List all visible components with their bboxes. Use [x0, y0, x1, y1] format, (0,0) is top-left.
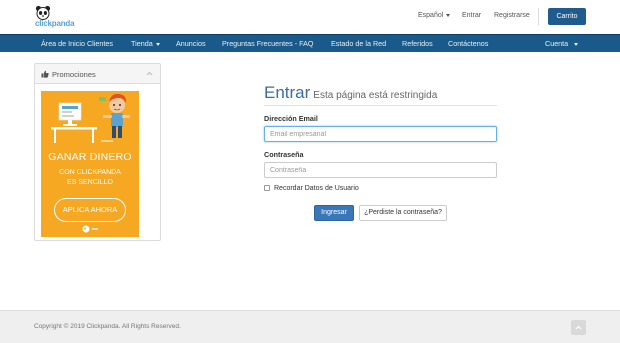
promotions-panel: Promociones GANAR DINERO CON CLICKPANDA …: [34, 63, 161, 241]
title-divider: [264, 105, 497, 106]
nav-item-client-area[interactable]: Área de Inicio Clientes: [41, 35, 113, 53]
password-label: Contraseña: [264, 150, 304, 159]
nav-item-network-status[interactable]: Estado de la Red: [331, 35, 386, 53]
login-subheading: Esta página está restringida: [313, 90, 438, 101]
login-submit-button[interactable]: Ingresar: [314, 205, 354, 221]
header-divider: [538, 8, 539, 25]
remember-checkbox[interactable]: [264, 185, 270, 192]
chevron-down-icon: [446, 13, 451, 17]
email-field[interactable]: [264, 126, 497, 142]
nav-item-store[interactable]: Tienda: [131, 35, 160, 53]
password-field[interactable]: [264, 162, 497, 178]
language-selector[interactable]: Español: [418, 12, 451, 19]
forgot-password-button[interactable]: ¿Perdiste la contraseña?: [359, 205, 447, 221]
chevron-down-icon: [574, 42, 579, 46]
brand-name: clickpanda: [35, 19, 75, 28]
nav-item-contact[interactable]: Contáctenos: [448, 35, 488, 53]
apply-now-button[interactable]: APLICA AHORA: [54, 198, 126, 222]
remember-me[interactable]: Recordar Datos de Usuario: [264, 185, 359, 192]
promo-subline-2: ES SENCILLO: [67, 179, 113, 186]
panda-icon: [82, 225, 98, 233]
main-navbar: Área de Inicio Clientes Tienda Anuncios …: [0, 34, 620, 52]
nav-item-faq[interactable]: Preguntas Frecuentes - FAQ: [222, 35, 313, 53]
register-link[interactable]: Registrarse: [494, 12, 530, 19]
footer: Copyright © 2019 Clickpanda. All Rights …: [0, 310, 620, 343]
cart-button[interactable]: Carrito: [548, 8, 586, 25]
clickpanda-logo[interactable]: clickpanda: [33, 5, 85, 29]
chevron-up-icon: [575, 325, 582, 330]
promotions-title: Promociones: [52, 70, 96, 79]
email-label: Dirección Email: [264, 114, 318, 123]
thumbs-up-icon: [41, 70, 49, 78]
page-title: Entrar Esta página está restringida: [264, 83, 437, 103]
promotions-panel-header[interactable]: Promociones: [35, 64, 160, 84]
nav-item-referrals[interactable]: Referidos: [402, 35, 433, 53]
promo-headline: GANAR DINERO: [48, 151, 132, 163]
promo-banner[interactable]: GANAR DINERO CON CLICKPANDA ES SENCILLO …: [41, 91, 139, 237]
remember-label: Recordar Datos de Usuario: [274, 185, 359, 192]
chevron-up-icon[interactable]: [146, 70, 153, 77]
nav-item-account[interactable]: Cuenta: [545, 35, 579, 53]
login-heading: Entrar: [264, 83, 311, 102]
copyright-text: Copyright © 2019 Clickpanda. All Rights …: [34, 323, 181, 330]
top-header: clickpanda Español Entrar Registrarse Ca…: [0, 0, 620, 34]
back-to-top-button[interactable]: [571, 320, 586, 335]
promo-illustration: [51, 93, 130, 143]
nav-item-announcements[interactable]: Anuncios: [176, 35, 206, 53]
login-link[interactable]: Entrar: [462, 12, 481, 19]
chevron-down-icon: [155, 42, 160, 46]
promo-subline-1: CON CLICKPANDA: [59, 169, 121, 176]
